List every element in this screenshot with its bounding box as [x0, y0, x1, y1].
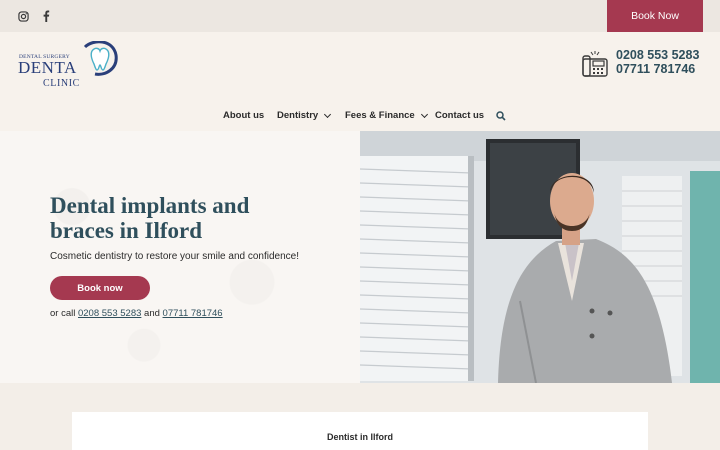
content-section: Dentist in Ilford: [0, 383, 720, 450]
fax-phone-icon: [582, 51, 608, 77]
hero-subtitle: Cosmetic dentistry to restore your smile…: [50, 251, 299, 262]
hero-photo: [360, 131, 720, 383]
call-prefix: or call: [50, 308, 76, 319]
nav-item-about[interactable]: About us: [223, 110, 264, 121]
header-phones: 0208 553 5283 07711 781746: [616, 48, 699, 76]
site-header: DENTAL SURGERY DENTA CLINIC 0208 553 528…: [0, 32, 720, 131]
nav-item-contact[interactable]: Contact us: [435, 110, 484, 121]
top-bar: Book Now: [0, 0, 720, 32]
book-now-button[interactable]: Book Now: [607, 0, 703, 32]
search-icon[interactable]: [496, 111, 506, 121]
main-nav: About us Dentistry Fees & Finance Contac…: [0, 110, 720, 126]
hero-title-line2: braces in Ilford: [50, 218, 203, 243]
hero-title: Dental implants and braces in Ilford: [50, 193, 340, 243]
chevron-down-icon: [324, 110, 332, 118]
tooth-logo-icon: [83, 41, 118, 76]
hero-photo-illustration: [360, 131, 720, 383]
section-title: Dentist in Ilford: [327, 432, 393, 442]
chevron-down-icon: [420, 110, 428, 118]
nav-item-dentistry[interactable]: Dentistry: [277, 110, 332, 121]
nav-item-label: About us: [223, 110, 265, 121]
call-and: and: [144, 308, 160, 319]
hero-book-now-button[interactable]: Book now: [50, 276, 150, 300]
logo-line3: CLINIC: [43, 78, 80, 89]
hero-call-line: or call 0208 553 5283 and 07711 781746: [50, 308, 223, 319]
hero-title-line1: Dental implants and: [50, 193, 250, 218]
header-phone-2[interactable]: 07711 781746: [616, 62, 699, 76]
facebook-icon[interactable]: [39, 9, 53, 23]
logo-line2: DENTA: [18, 58, 77, 77]
content-card: Dentist in Ilford: [72, 412, 648, 450]
instagram-icon[interactable]: [16, 9, 30, 23]
nav-item-label: Contact us: [435, 110, 485, 121]
header-phone-1[interactable]: 0208 553 5283: [616, 48, 699, 62]
hero-text-panel: Dental implants and braces in Ilford Cos…: [0, 131, 360, 383]
nav-item-label: Dentistry: [277, 110, 319, 121]
logo[interactable]: DENTAL SURGERY DENTA CLINIC: [17, 41, 121, 93]
nav-item-label: Fees & Finance: [345, 110, 415, 121]
hero-phone-1-link[interactable]: 0208 553 5283: [78, 308, 141, 319]
nav-item-fees-finance[interactable]: Fees & Finance: [345, 110, 428, 121]
hero-phone-2-link[interactable]: 07711 781746: [163, 308, 223, 319]
